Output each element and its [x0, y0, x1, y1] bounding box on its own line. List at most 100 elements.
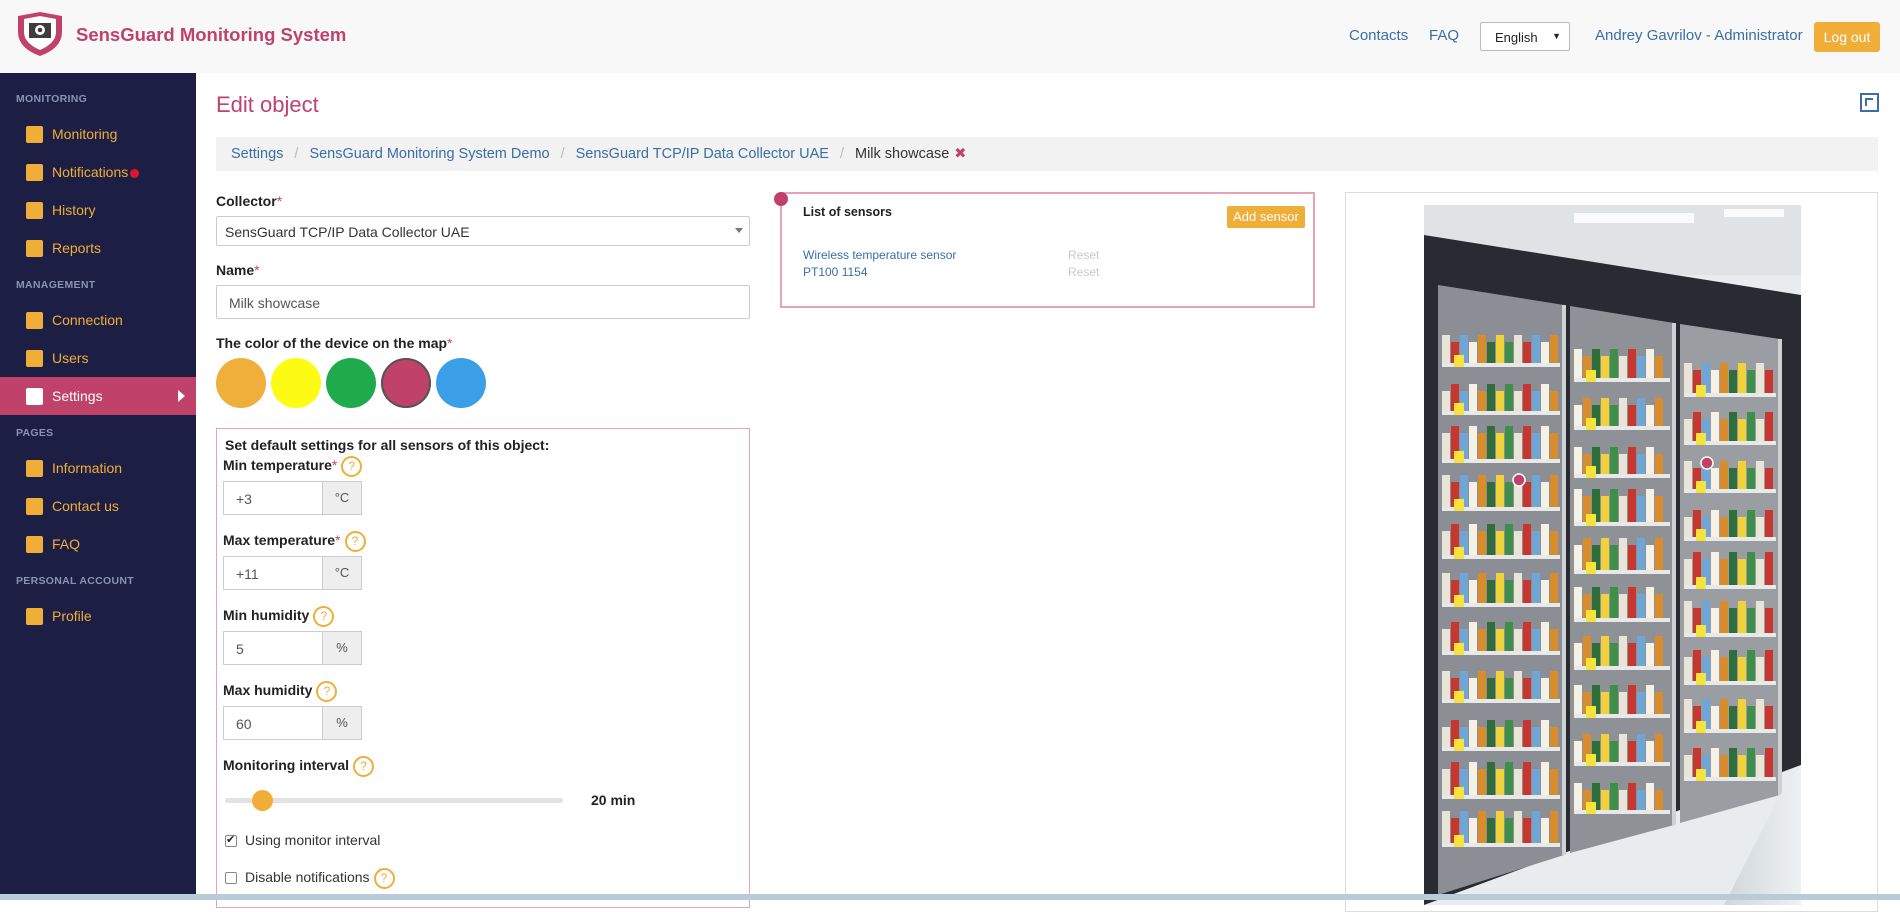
sidebar-item-label: Notifications	[52, 164, 129, 180]
color-swatch[interactable]	[216, 358, 266, 408]
users-icon	[26, 350, 43, 367]
default-settings-title: Set default settings for all sensors of …	[225, 437, 550, 453]
brand-title[interactable]: SensGuard Monitoring System	[76, 24, 346, 46]
sidebar-item-label: Connection	[52, 312, 123, 328]
sidebar-item-history[interactable]: History	[0, 191, 196, 229]
sidebar-item-label: Users	[52, 350, 89, 366]
object-photo	[1424, 205, 1801, 905]
disable-notifications-checkbox[interactable]	[225, 872, 237, 884]
top-header: SensGuard Monitoring System Contacts FAQ…	[0, 0, 1900, 73]
color-swatch[interactable]	[271, 358, 321, 408]
object-map-panel	[1345, 192, 1878, 912]
help-icon[interactable]: ?	[344, 531, 366, 552]
contacts-link[interactable]: Contacts	[1349, 27, 1408, 44]
collector-value: SensGuard TCP/IP Data Collector UAE	[225, 224, 470, 240]
humidity-unit: %	[322, 631, 362, 665]
user-link[interactable]: Andrey Gavrilov - Administrator	[1595, 27, 1803, 44]
color-swatch[interactable]	[381, 358, 431, 408]
chevron-right-icon	[178, 390, 185, 402]
reset-link[interactable]: Reset	[1068, 248, 1099, 262]
breadcrumb-separator: /	[294, 146, 299, 162]
interval-value: 20 min	[591, 792, 636, 808]
breadcrumb-collector[interactable]: SensGuard TCP/IP Data Collector UAE	[576, 146, 829, 162]
sensor-list-panel: List of sensors Add sensor Wireless temp…	[774, 192, 1315, 308]
sidebar-item-label: History	[52, 202, 96, 218]
dropdown-arrow-icon	[735, 228, 743, 233]
faq-icon	[26, 536, 43, 553]
color-label: The color of the device on the map*	[216, 335, 453, 351]
breadcrumb-settings[interactable]: Settings	[231, 146, 283, 162]
close-icon[interactable]: ✖	[954, 146, 966, 162]
breadcrumb-separator: /	[839, 146, 844, 162]
language-select[interactable]: English ▼	[1480, 22, 1570, 51]
sidebar-item-notifications[interactable]: Notifications	[0, 153, 196, 191]
help-icon[interactable]: ?	[313, 606, 335, 627]
profile-icon	[26, 608, 43, 625]
help-icon[interactable]: ?	[341, 456, 363, 477]
max-humidity-label: Max humidity?	[223, 681, 338, 702]
name-label: Name*	[216, 262, 260, 278]
default-settings-panel: Set default settings for all sensors of …	[216, 428, 750, 908]
sidebar-item-contact-us[interactable]: Contact us	[0, 487, 196, 525]
sidebar-item-profile[interactable]: Profile	[0, 597, 196, 635]
sidebar-item-users[interactable]: Users	[0, 339, 196, 377]
history-icon	[26, 202, 43, 219]
bottom-scrollbar[interactable]	[0, 894, 1900, 900]
sidebar-item-label: Monitoring	[52, 126, 118, 142]
max-humidity-input[interactable]: 60	[223, 706, 323, 740]
help-icon[interactable]: ?	[373, 868, 395, 889]
logout-button[interactable]: Log out	[1814, 22, 1880, 52]
connection-icon	[26, 312, 43, 329]
humidity-unit: %	[322, 706, 362, 740]
interval-slider-track[interactable]	[225, 798, 563, 803]
sidebar-item-monitoring[interactable]: Monitoring	[0, 115, 196, 153]
using-monitor-checkbox[interactable]	[225, 833, 237, 847]
collector-select[interactable]: SensGuard TCP/IP Data Collector UAE	[216, 216, 750, 246]
add-sensor-button[interactable]: Add sensor	[1227, 206, 1305, 228]
settings-icon	[26, 388, 43, 405]
section-monitoring: MONITORING	[16, 93, 88, 105]
min-temperature-input[interactable]: +3	[223, 481, 323, 515]
disable-notifications-label: Disable notifications?	[245, 868, 395, 889]
color-swatch[interactable]	[326, 358, 376, 408]
section-personal-account: PERSONAL ACCOUNT	[16, 575, 134, 587]
sensor-link[interactable]: Wireless temperature sensor	[803, 248, 956, 262]
name-field[interactable]: Milk showcase	[216, 285, 750, 319]
section-management: MANAGEMENT	[16, 279, 96, 291]
sensor-link[interactable]: PT100 1154	[803, 265, 868, 279]
sidebar-item-label: Contact us	[52, 498, 119, 514]
sidebar-item-reports[interactable]: Reports	[0, 229, 196, 267]
contact-icon	[26, 498, 43, 515]
min-humidity-input[interactable]: 5	[223, 631, 323, 665]
dropdown-arrow-icon: ▼	[1552, 31, 1561, 41]
using-monitor-label: Using monitor interval	[245, 832, 381, 848]
sidebar-item-label: Settings	[52, 388, 103, 404]
section-pages: PAGES	[16, 427, 54, 439]
max-temperature-input[interactable]: +11	[223, 556, 323, 590]
monitoring-interval-label: Monitoring interval?	[223, 756, 374, 777]
max-temperature-label: Max temperature*?	[223, 531, 366, 552]
temperature-unit: °C	[322, 556, 362, 590]
color-swatch[interactable]	[436, 358, 486, 408]
fullscreen-icon[interactable]	[1860, 93, 1879, 112]
sidebar-item-connection[interactable]: Connection	[0, 301, 196, 339]
sidebar-item-label: Profile	[52, 608, 92, 624]
reset-link[interactable]: Reset	[1068, 265, 1099, 279]
breadcrumb-current: Milk showcase	[854, 146, 950, 162]
map-pin-icon[interactable]	[774, 192, 788, 206]
language-value: English	[1495, 30, 1538, 45]
breadcrumb-demo[interactable]: SensGuard Monitoring System Demo	[309, 146, 549, 162]
help-icon[interactable]: ?	[353, 756, 374, 777]
sidebar-item-information[interactable]: Information	[0, 449, 196, 487]
help-icon[interactable]: ?	[316, 681, 338, 702]
monitoring-icon	[26, 126, 43, 143]
sidebar-item-faq[interactable]: FAQ	[0, 525, 196, 563]
min-humidity-label: Min humidity?	[223, 606, 335, 627]
interval-slider-handle[interactable]	[252, 790, 274, 811]
notifications-icon	[26, 164, 43, 181]
sidebar-item-settings[interactable]: Settings	[0, 377, 196, 415]
breadcrumb-separator: /	[560, 146, 565, 162]
collector-label: Collector*	[216, 193, 283, 209]
faq-link[interactable]: FAQ	[1429, 27, 1459, 44]
reports-icon	[26, 240, 43, 257]
